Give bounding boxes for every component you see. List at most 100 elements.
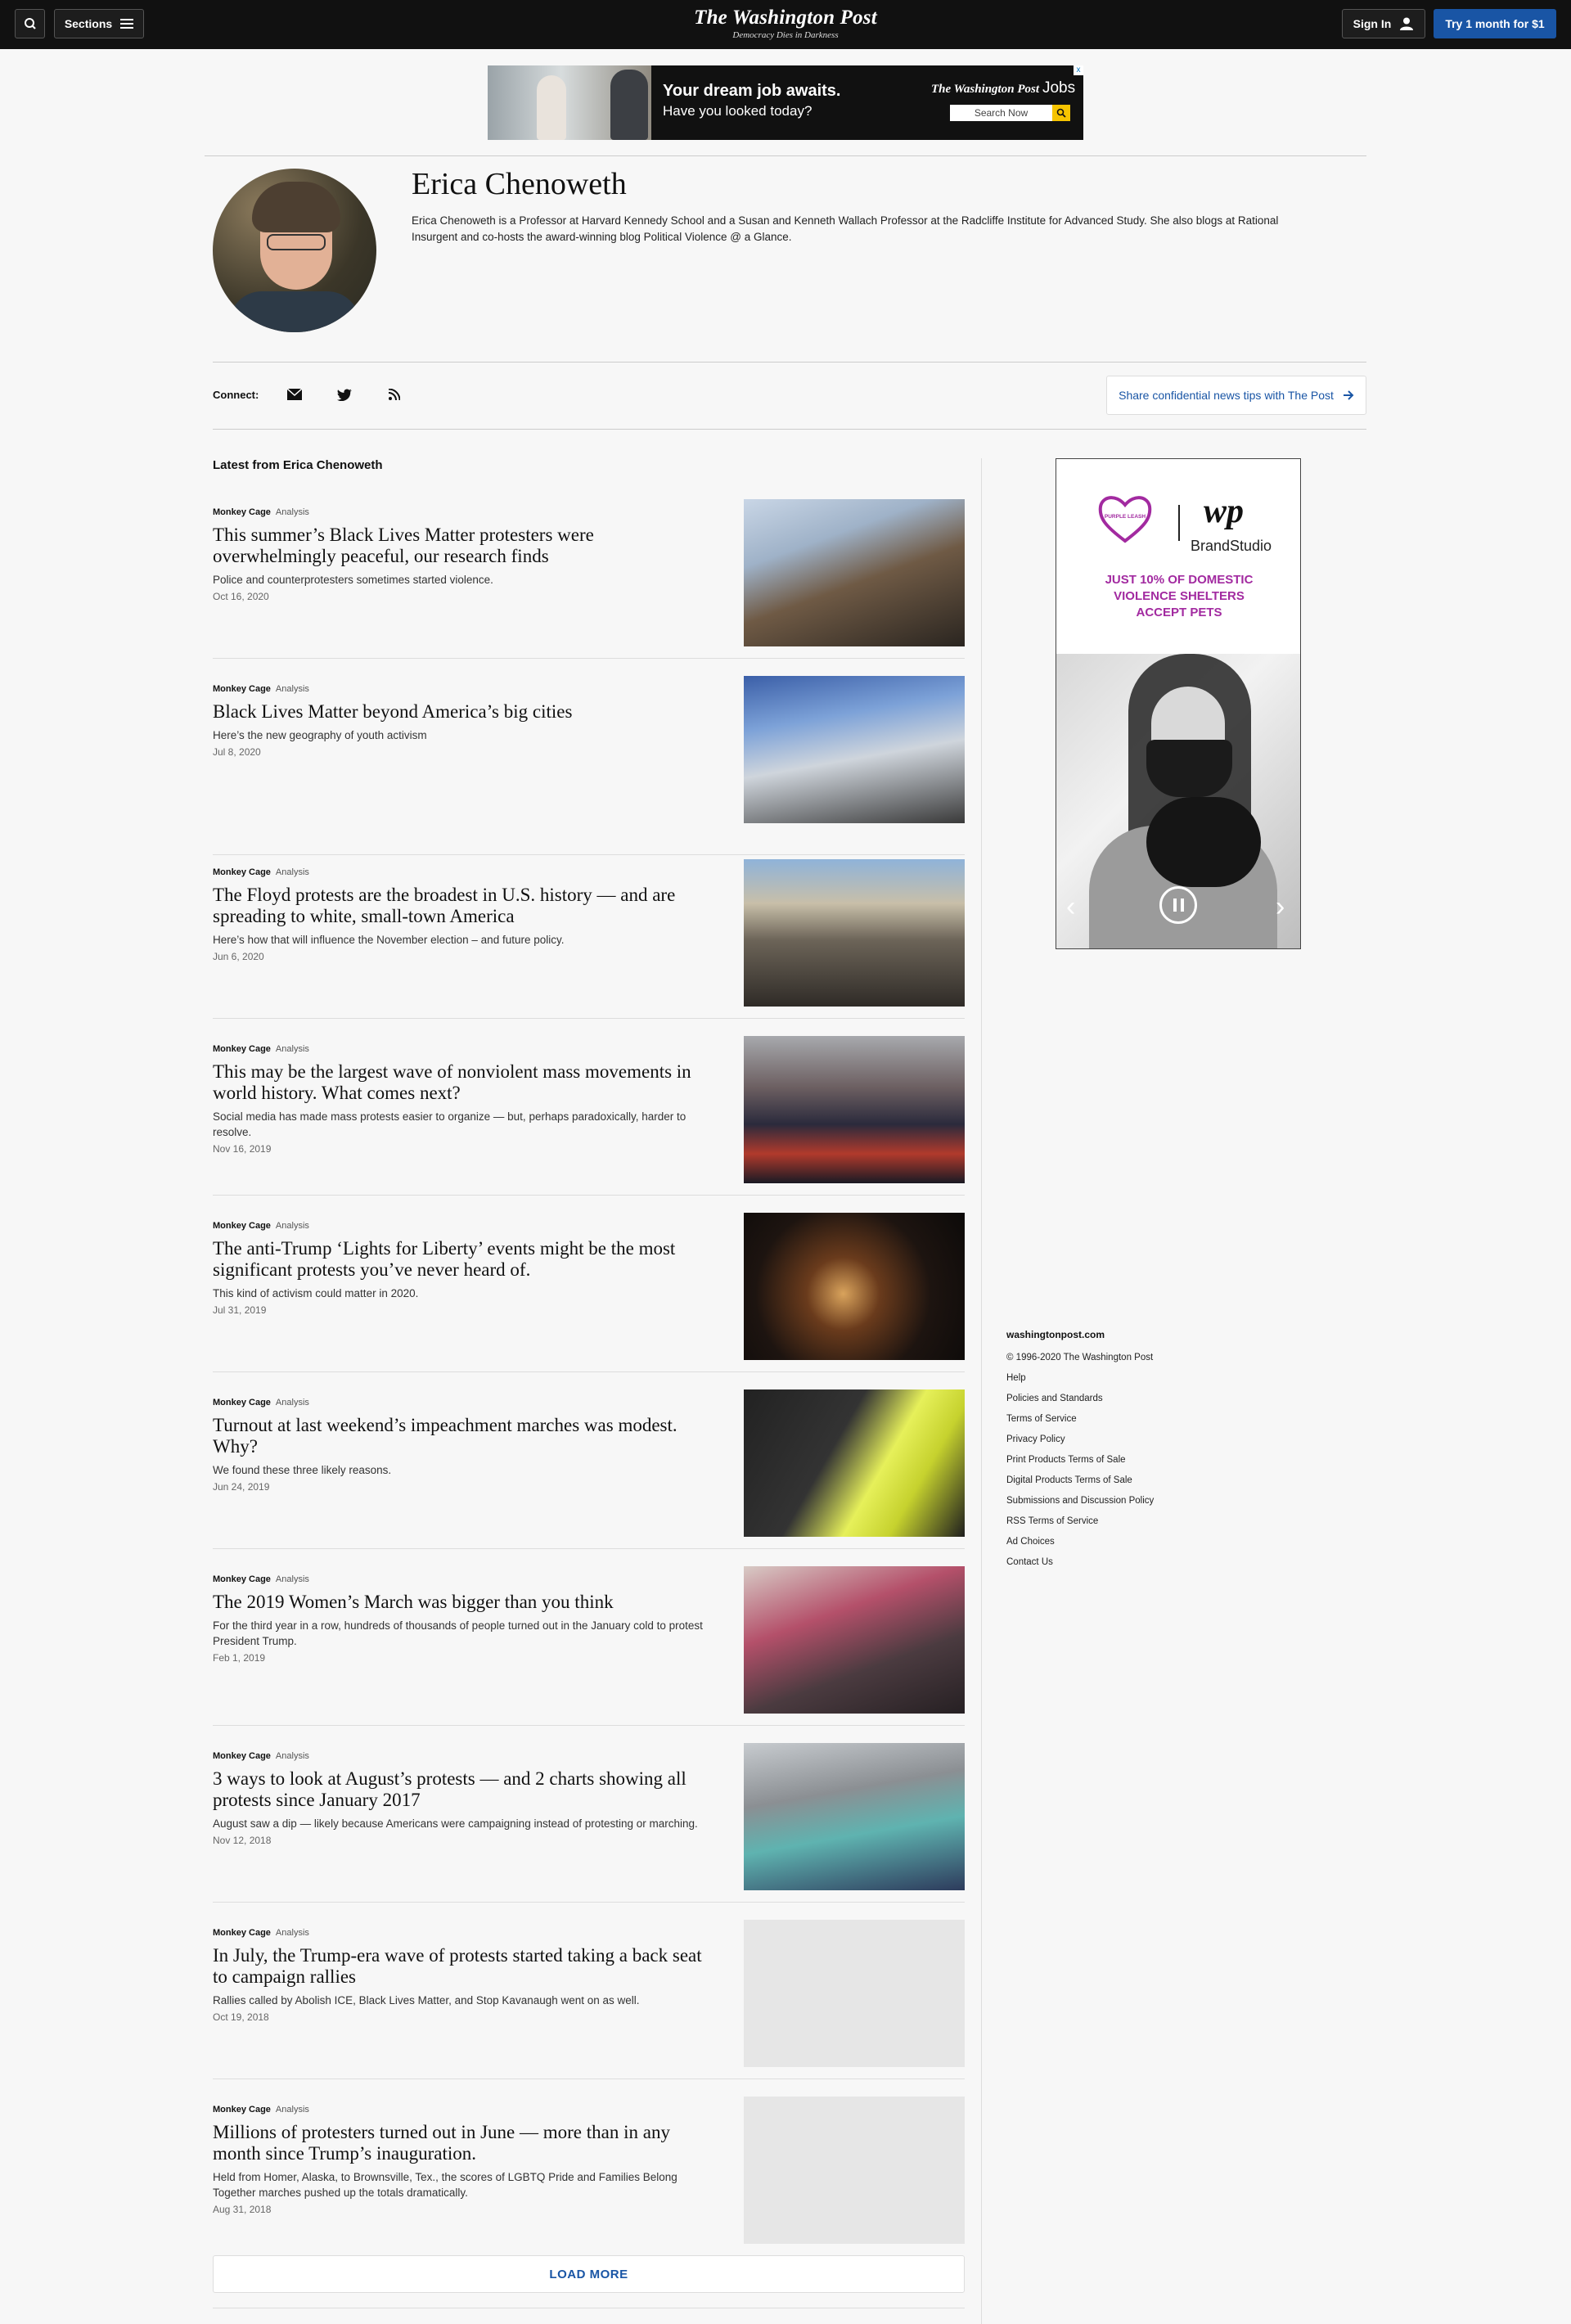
article-date: Nov 16, 2019: [213, 1143, 272, 1155]
article-label: Analysis: [275, 507, 309, 517]
article-blurb: August saw a dip — likely because Americ…: [213, 1817, 698, 1830]
article-headline[interactable]: Black Lives Matter beyond America’s big …: [213, 701, 720, 723]
masthead[interactable]: The Washington Post Democracy Dies in Da…: [622, 7, 949, 40]
article-blurb: This kind of activism could matter in 20…: [213, 1287, 419, 1299]
article-thumbnail[interactable]: [744, 859, 965, 1007]
article-date: Jul 31, 2019: [213, 1304, 267, 1316]
ad-search-button[interactable]: [1052, 105, 1070, 121]
article-divider: [213, 1018, 965, 1019]
share-news-tips-button[interactable]: Share confidential news tips with The Po…: [1106, 376, 1366, 415]
article-label: Analysis: [275, 2105, 309, 2115]
article-section[interactable]: Monkey Cage: [213, 507, 271, 517]
article-divider: [213, 658, 965, 659]
article-headline[interactable]: The anti-Trump ‘Lights for Liberty’ even…: [213, 1238, 720, 1281]
article-section[interactable]: Monkey Cage: [213, 1398, 271, 1407]
chevron-left-icon[interactable]: ‹: [1066, 891, 1075, 923]
jobs-banner-ad[interactable]: Your dream job awaits. Have you looked t…: [488, 65, 1083, 140]
load-more-button[interactable]: LOAD MORE: [213, 2255, 965, 2293]
twitter-icon[interactable]: [336, 386, 353, 403]
article-section[interactable]: Monkey Cage: [213, 867, 271, 877]
sign-in-button[interactable]: Sign In: [1342, 9, 1425, 38]
footer-link-policies[interactable]: Policies and Standards: [1006, 1389, 1252, 1409]
article-thumbnail[interactable]: [744, 1036, 965, 1183]
ad-headline: Your dream job awaits.: [663, 82, 841, 100]
article-kicker: Monkey Cage Analysis: [213, 684, 309, 694]
chevron-right-icon[interactable]: ›: [1276, 891, 1285, 923]
sign-in-label: Sign In: [1353, 17, 1392, 30]
article-kicker: Monkey Cage Analysis: [213, 507, 309, 517]
pause-icon[interactable]: [1159, 886, 1197, 924]
tagline: Democracy Dies in Darkness: [732, 30, 839, 40]
article-headline[interactable]: 3 ways to look at August’s protests — an…: [213, 1768, 720, 1811]
article-blurb: Rallies called by Abolish ICE, Black Liv…: [213, 1994, 640, 2006]
article-headline[interactable]: This may be the largest wave of nonviole…: [213, 1061, 720, 1104]
article-label: Analysis: [275, 1574, 309, 1584]
article-divider: [213, 854, 965, 855]
footer-link-terms[interactable]: Terms of Service: [1006, 1409, 1252, 1430]
footer-link-digital-terms[interactable]: Digital Products Terms of Sale: [1006, 1471, 1252, 1491]
footer-link-rss-terms[interactable]: RSS Terms of Service: [1006, 1511, 1252, 1532]
footer-link-print-terms[interactable]: Print Products Terms of Sale: [1006, 1450, 1252, 1471]
ad-office-photo: [488, 65, 651, 140]
article-headline[interactable]: Turnout at last weekend’s impeachment ma…: [213, 1415, 720, 1457]
ad-close-icon[interactable]: x: [1074, 65, 1083, 75]
footer-link-privacy[interactable]: Privacy Policy: [1006, 1430, 1252, 1450]
article-label: Analysis: [275, 867, 309, 877]
author-name: Erica Chenoweth: [412, 167, 627, 201]
article-section[interactable]: Monkey Cage: [213, 1044, 271, 1054]
article-label: Analysis: [275, 1398, 309, 1407]
article-headline[interactable]: In July, the Trump-era wave of protests …: [213, 1945, 720, 1988]
article-thumbnail[interactable]: [744, 676, 965, 823]
article-kicker: Monkey Cage Analysis: [213, 1751, 309, 1761]
article-kicker: Monkey Cage Analysis: [213, 1044, 309, 1054]
article-date: Jun 6, 2020: [213, 951, 264, 962]
rss-icon[interactable]: [386, 386, 403, 403]
article-date: Oct 19, 2018: [213, 2011, 269, 2023]
svg-text:PURPLE LEASH: PURPLE LEASH: [1105, 514, 1146, 520]
search-icon: [25, 18, 36, 29]
article-kicker: Monkey Cage Analysis: [213, 2105, 309, 2115]
search-button[interactable]: [15, 9, 45, 38]
sections-menu-button[interactable]: Sections: [54, 9, 144, 38]
article-headline[interactable]: This summer’s Black Lives Matter protest…: [213, 525, 720, 567]
article-thumbnail[interactable]: [744, 1920, 965, 2067]
author-avatar: [213, 169, 376, 332]
latest-section-title: Latest from Erica Chenoweth: [213, 458, 383, 472]
article-section[interactable]: Monkey Cage: [213, 1751, 271, 1761]
article-headline[interactable]: Millions of protesters turned out in Jun…: [213, 2122, 720, 2164]
article-thumbnail[interactable]: [744, 1213, 965, 1360]
article-section[interactable]: Monkey Cage: [213, 1928, 271, 1938]
washington-post-logo[interactable]: The Washington Post: [622, 7, 949, 29]
footer-link-contact[interactable]: Contact Us: [1006, 1552, 1252, 1573]
footer-copyright: © 1996-2020 The Washington Post: [1006, 1353, 1154, 1362]
email-icon[interactable]: [286, 386, 303, 403]
connect-label: Connect:: [213, 389, 259, 401]
article-section[interactable]: Monkey Cage: [213, 684, 271, 694]
top-navigation-bar: Sections The Washington Post Democracy D…: [0, 0, 1571, 49]
article-blurb: Here’s how that will influence the Novem…: [213, 934, 565, 946]
article-kicker: Monkey Cage Analysis: [213, 1398, 309, 1407]
article-label: Analysis: [275, 1751, 309, 1761]
article-section[interactable]: Monkey Cage: [213, 2105, 271, 2115]
footer-link-ad-choices[interactable]: Ad Choices: [1006, 1532, 1252, 1552]
arrow-right-icon: [1343, 390, 1354, 400]
article-section[interactable]: Monkey Cage: [213, 1574, 271, 1584]
article-thumbnail[interactable]: [744, 1389, 965, 1537]
footer-link-submissions[interactable]: Submissions and Discussion Policy: [1006, 1491, 1252, 1511]
article-section[interactable]: Monkey Cage: [213, 1221, 271, 1231]
ad-search-now-field[interactable]: Search Now: [950, 105, 1052, 121]
article-thumbnail[interactable]: [744, 1743, 965, 1890]
subscribe-button[interactable]: Try 1 month for $1: [1434, 9, 1556, 38]
share-news-tips-label: Share confidential news tips with The Po…: [1119, 389, 1334, 402]
footer-link-help[interactable]: Help: [1006, 1368, 1252, 1389]
article-thumbnail[interactable]: [744, 2097, 965, 2244]
brandstudio-side-ad[interactable]: PURPLE LEASH wp BrandStudio JUST 10% OF …: [1056, 458, 1301, 949]
ad-subheadline: Have you looked today?: [663, 103, 813, 119]
article-headline[interactable]: The 2019 Women’s March was bigger than y…: [213, 1592, 720, 1613]
article-date: Nov 12, 2018: [213, 1835, 272, 1846]
article-headline[interactable]: The Floyd protests are the broadest in U…: [213, 885, 720, 927]
purple-leash-logo: PURPLE LEASH: [1098, 496, 1152, 543]
article-thumbnail[interactable]: [744, 499, 965, 646]
article-divider: [213, 1902, 965, 1903]
article-thumbnail[interactable]: [744, 1566, 965, 1714]
